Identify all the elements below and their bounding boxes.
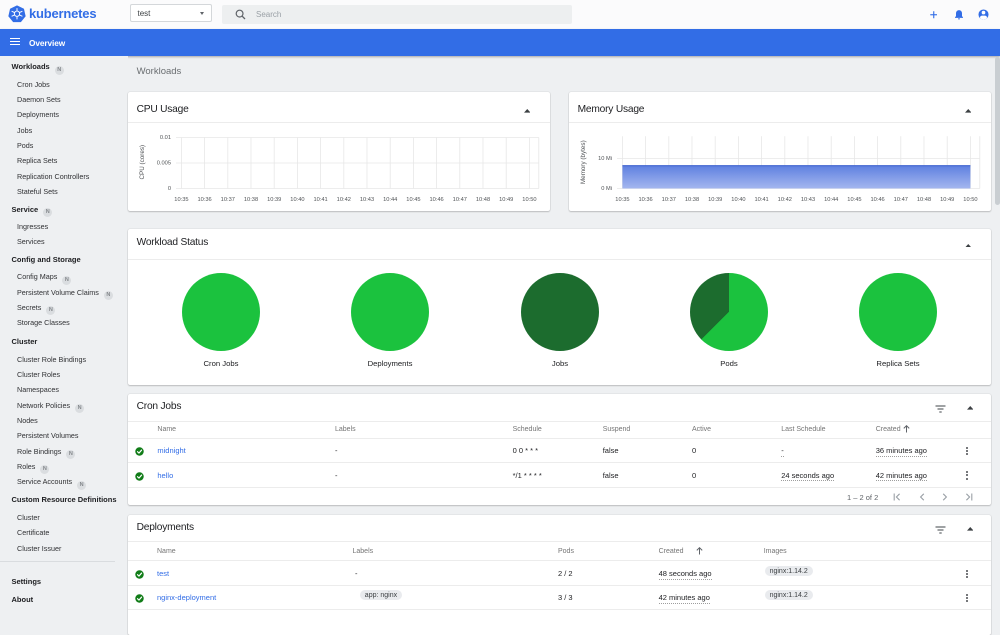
svg-text:10:35: 10:35	[174, 197, 188, 203]
svg-text:10:48: 10:48	[917, 197, 931, 203]
svg-text:10:41: 10:41	[754, 197, 768, 203]
svg-text:0.01: 0.01	[160, 135, 171, 141]
svg-text:10:40: 10:40	[290, 197, 304, 203]
svg-text:10:46: 10:46	[870, 197, 884, 203]
svg-text:0 Mi: 0 Mi	[601, 186, 612, 192]
svg-text:10:41: 10:41	[313, 197, 327, 203]
svg-text:10:46: 10:46	[429, 197, 443, 203]
svg-text:10:38: 10:38	[685, 197, 699, 203]
svg-text:10 Mi: 10 Mi	[598, 156, 612, 162]
svg-text:10:49: 10:49	[499, 197, 513, 203]
svg-text:10:48: 10:48	[476, 197, 490, 203]
svg-text:0: 0	[168, 186, 171, 192]
svg-text:10:47: 10:47	[894, 197, 908, 203]
svg-text:10:42: 10:42	[778, 197, 792, 203]
svg-text:10:39: 10:39	[267, 197, 281, 203]
svg-text:0.005: 0.005	[157, 161, 171, 167]
svg-text:10:36: 10:36	[197, 197, 211, 203]
svg-text:10:36: 10:36	[638, 197, 652, 203]
svg-text:10:42: 10:42	[337, 197, 351, 203]
svg-text:10:45: 10:45	[406, 197, 420, 203]
svg-text:10:35: 10:35	[615, 197, 629, 203]
svg-text:10:37: 10:37	[221, 197, 235, 203]
svg-text:10:49: 10:49	[940, 197, 954, 203]
svg-text:10:47: 10:47	[453, 197, 467, 203]
svg-text:10:37: 10:37	[662, 197, 676, 203]
svg-text:CPU (cores): CPU (cores)	[139, 145, 146, 180]
svg-text:10:39: 10:39	[708, 197, 722, 203]
svg-text:10:43: 10:43	[801, 197, 815, 203]
svg-text:10:44: 10:44	[383, 197, 397, 203]
svg-text:10:50: 10:50	[522, 197, 536, 203]
svg-text:Memory (bytes): Memory (bytes)	[580, 140, 587, 184]
svg-text:10:43: 10:43	[360, 197, 374, 203]
svg-text:10:45: 10:45	[847, 197, 861, 203]
svg-text:10:50: 10:50	[963, 197, 977, 203]
svg-text:10:38: 10:38	[244, 197, 258, 203]
svg-text:10:40: 10:40	[731, 197, 745, 203]
svg-text:10:44: 10:44	[824, 197, 838, 203]
